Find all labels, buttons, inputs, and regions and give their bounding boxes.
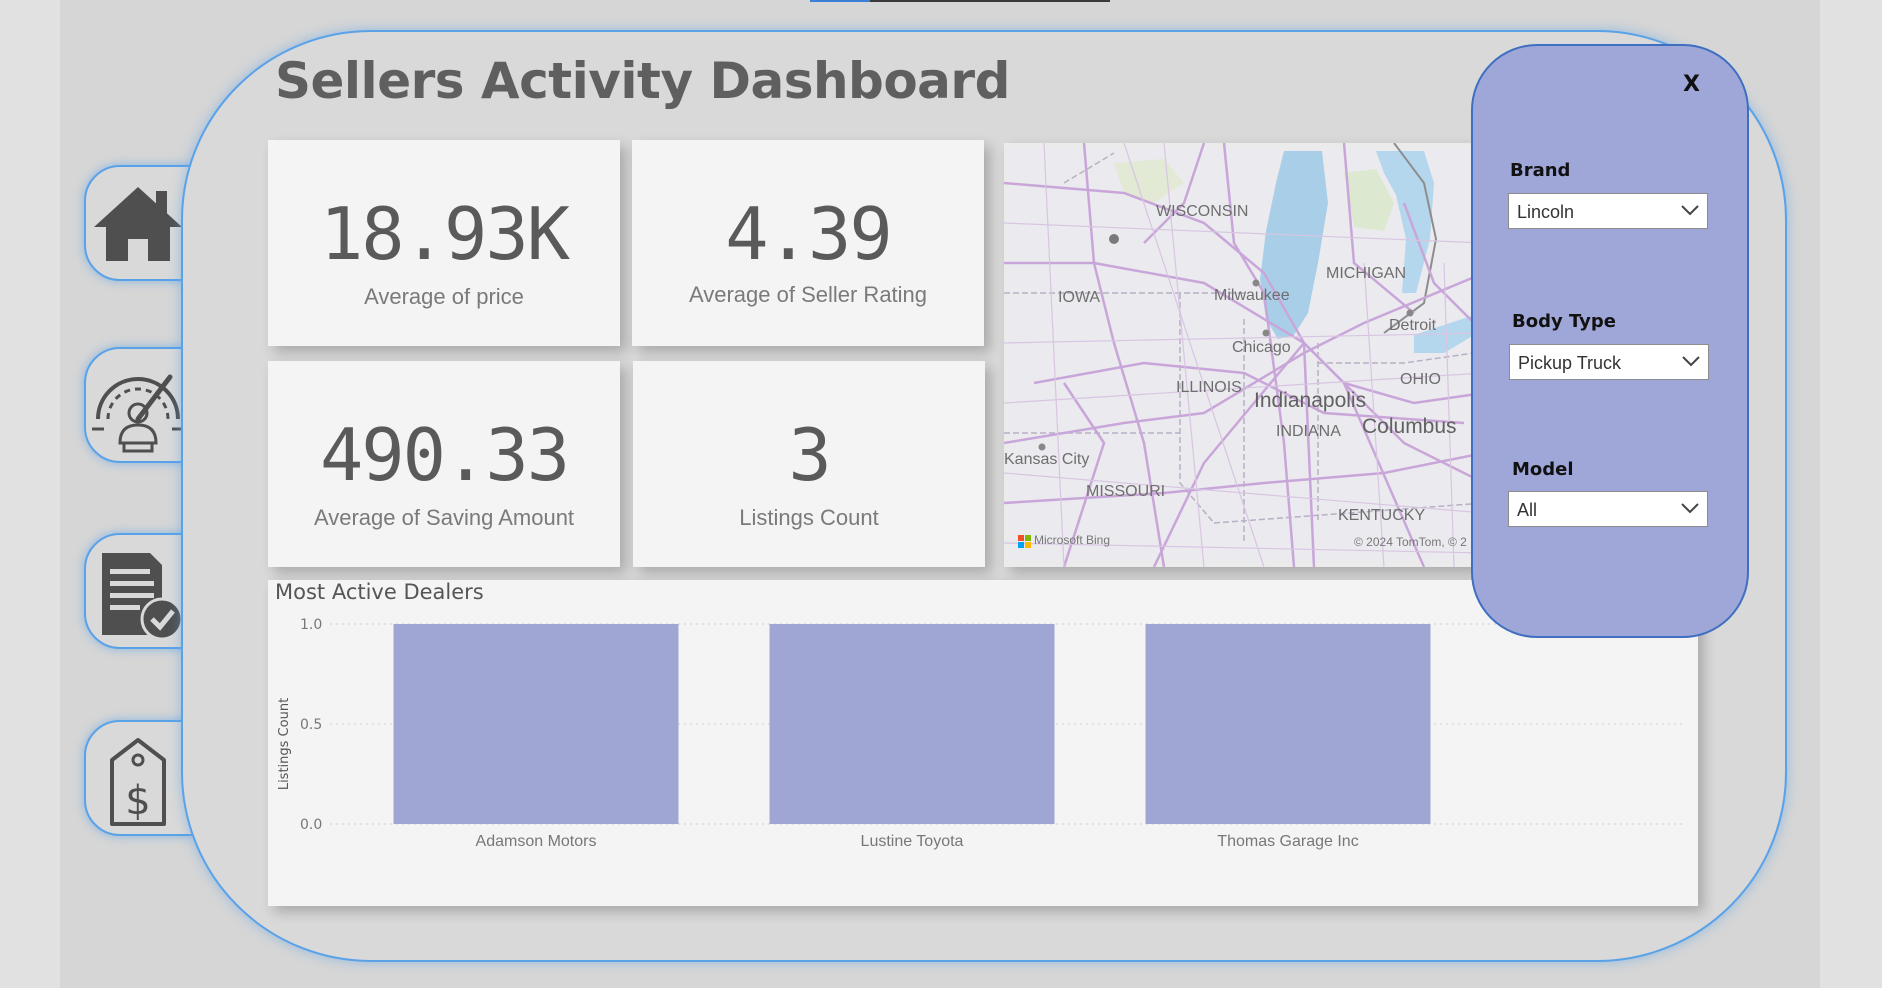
kpi-value: 490.33 [319, 413, 570, 497]
svg-text:$: $ [125, 778, 150, 824]
model-select-value: All [1517, 500, 1538, 520]
body-type-filter-label: Body Type [1512, 311, 1616, 332]
map-label-kentucky: KENTUCKY [1338, 507, 1426, 524]
map-label-michigan: MICHIGAN [1326, 265, 1406, 282]
bar-chart: 0.0 0.5 1.0 Adamson Motors Lustine Toyota Th… [277, 617, 1683, 850]
map-label-missouri: MISSOURI [1086, 483, 1166, 500]
document-check-icon [102, 553, 184, 641]
y-tick-label: 0.0 [300, 817, 322, 833]
x-tick-label: Adamson Motors [476, 833, 597, 850]
body-type-select-value: Pickup Truck [1518, 353, 1622, 373]
brand-select-value: Lincoln [1517, 202, 1575, 222]
bar-adamson-motors[interactable] [393, 624, 679, 824]
filter-panel [1471, 44, 1749, 638]
map-label-wisconsin: WISCONSIN [1156, 203, 1249, 220]
kpi-card-average-price[interactable]: 18.93K Average of price [268, 140, 620, 346]
page-title: Sellers Activity Dashboard [275, 52, 1010, 110]
map-attribution-tomtom: © 2024 TomTom, © 2 [1354, 535, 1467, 549]
map-label-columbus: Columbus [1362, 415, 1457, 438]
map-label-chicago: Chicago [1232, 339, 1291, 356]
kpi-value: 18.93K [319, 192, 570, 276]
nav-performance-button[interactable] [84, 347, 194, 463]
home-icon [94, 187, 182, 261]
chevron-down-icon [1681, 205, 1699, 216]
map-label-milwaukee: Milwaukee [1214, 287, 1290, 304]
bar-thomas-garage-inc[interactable] [1145, 624, 1431, 824]
x-tick-label: Thomas Garage Inc [1217, 833, 1358, 850]
y-tick-label: 1.0 [300, 617, 322, 633]
kpi-value: 4.39 [725, 192, 892, 276]
kpi-card-seller-rating[interactable]: 4.39 Average of Seller Rating [632, 140, 984, 346]
y-tick-label: 0.5 [300, 717, 322, 733]
x-tick-label: Lustine Toyota [861, 833, 964, 850]
nav-pricing-button[interactable]: $ [84, 720, 194, 836]
bar-lustine-toyota[interactable] [769, 624, 1055, 824]
map-label-ohio: OHIO [1400, 371, 1441, 388]
left-margin-strip [0, 0, 60, 988]
close-filter-panel-button[interactable]: X [1683, 72, 1700, 97]
chevron-down-icon [1681, 503, 1699, 514]
kpi-label: Listings Count [739, 505, 879, 530]
y-axis-label: Listings Count [277, 698, 292, 790]
kpi-label: Average of price [364, 284, 524, 309]
kpi-label: Average of Saving Amount [313, 505, 575, 530]
map-visual[interactable]: WISCONSIN MICHIGAN IOWA Milwaukee Detroi… [1004, 143, 1484, 567]
kpi-card-saving-amount[interactable]: 490.33 Average of Saving Amount [268, 361, 620, 567]
top-scroll-indicator-accent [810, 0, 870, 2]
map-label-detroit: Detroit [1389, 317, 1437, 334]
map-label-indianapolis: Indianapolis [1254, 389, 1367, 412]
map-attribution-bing: Microsoft Bing [1034, 533, 1111, 547]
nav-listings-button[interactable] [84, 533, 194, 649]
map-label-illinois: ILLINOIS [1176, 379, 1242, 396]
model-select[interactable]: All [1508, 491, 1708, 527]
map-label-kansas-city: Kansas City [1004, 451, 1090, 468]
kpi-label: Average of Seller Rating [688, 282, 928, 307]
map-label-iowa: IOWA [1058, 289, 1101, 306]
model-filter-label: Model [1512, 459, 1574, 480]
brand-select[interactable]: Lincoln [1508, 193, 1708, 229]
body-type-select[interactable]: Pickup Truck [1509, 344, 1709, 380]
brand-filter-label: Brand [1510, 160, 1571, 181]
right-margin-strip [1820, 0, 1882, 988]
speedometer-icon [92, 374, 184, 453]
nav-home-button[interactable] [84, 165, 194, 281]
kpi-card-listings-count[interactable]: 3 Listings Count [633, 361, 985, 567]
price-tag-icon: $ [110, 738, 166, 826]
chevron-down-icon [1682, 356, 1700, 367]
map-label-indiana: INDIANA [1276, 423, 1341, 440]
kpi-value: 3 [788, 413, 831, 497]
